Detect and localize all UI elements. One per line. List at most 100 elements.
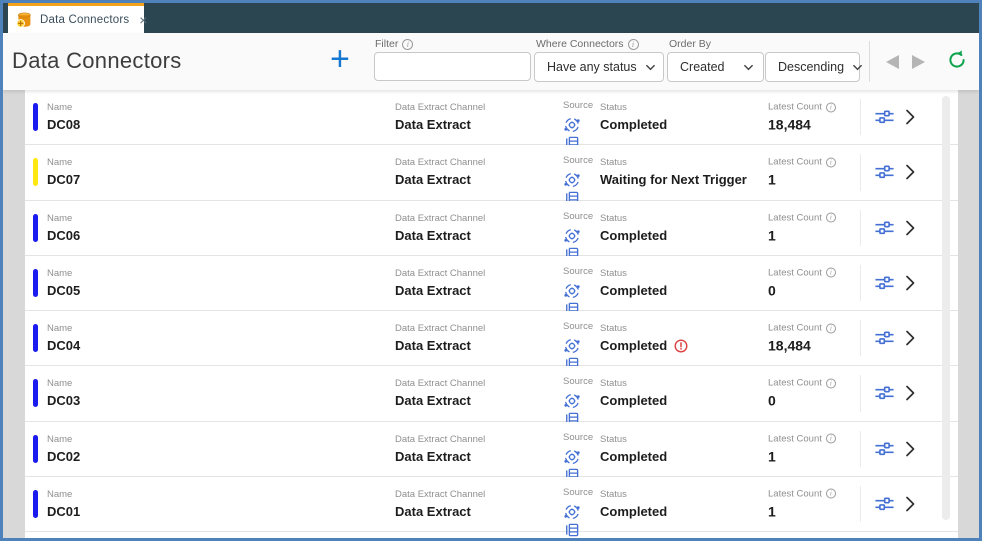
status-label: Status (600, 378, 627, 390)
chevron-down-icon (645, 64, 655, 70)
page-previous-button[interactable] (886, 55, 899, 69)
name-label: Name (47, 102, 73, 114)
chevron-down-icon (853, 64, 862, 70)
source-label: Source (563, 486, 594, 498)
latest-count-value: 1 (768, 171, 776, 188)
configure-sliders-icon[interactable] (874, 495, 895, 513)
channel-label: Data Extract Channel (395, 323, 486, 335)
channel-label: Data Extract Channel (395, 488, 486, 500)
row-divider (860, 264, 861, 301)
status-label: Status (600, 488, 627, 500)
latest-count-value: 0 (768, 282, 776, 299)
configure-sliders-icon[interactable] (874, 274, 895, 292)
chevron-right-icon[interactable] (903, 440, 918, 458)
chevron-right-icon[interactable] (903, 219, 918, 237)
channel-label: Data Extract Channel (395, 212, 486, 224)
info-icon: i (825, 102, 836, 113)
info-icon: i (825, 267, 836, 278)
row-color-bar (33, 324, 38, 353)
status-value: Waiting for Next Trigger (600, 172, 747, 188)
status-value: Completed (600, 282, 668, 298)
connection-gear-icon (564, 283, 580, 298)
configure-sliders-icon[interactable] (874, 329, 895, 347)
row-color-bar (33, 268, 38, 297)
connection-gear-icon (564, 449, 580, 464)
connector-row[interactable]: Name DC01 Data Extract Channel Data Extr… (25, 476, 958, 537)
connector-row[interactable]: Name DC02 Data Extract Channel Data Extr… (25, 421, 958, 481)
right-gutter (958, 90, 979, 538)
connector-name: DC05 (47, 282, 81, 298)
connector-list: Name DC08 Data Extract Channel Data Extr… (25, 90, 958, 538)
row-divider (860, 99, 861, 136)
row-color-bar (33, 379, 38, 408)
chevron-right-icon[interactable] (903, 329, 918, 347)
info-icon: i (825, 157, 836, 168)
status-filter-select[interactable]: Have any status (534, 52, 664, 82)
status-label: Status (600, 267, 627, 279)
connection-gear-icon (564, 504, 580, 519)
status-value: Completed (600, 448, 668, 464)
latest-count-value: 1 (768, 448, 776, 465)
add-connector-button[interactable]: + (330, 39, 350, 80)
tab-close-icon[interactable]: × (139, 13, 147, 27)
vertical-scrollbar[interactable] (942, 96, 950, 520)
channel-value: Data Extract (395, 227, 471, 243)
channel-value: Data Extract (395, 117, 471, 133)
row-color-bar (33, 103, 38, 132)
info-icon: i (825, 323, 836, 334)
connector-row[interactable]: Name DC06 Data Extract Channel Data Extr… (25, 200, 958, 260)
connection-gear-icon (564, 173, 580, 188)
connector-name: DC08 (47, 117, 81, 133)
warning-icon (674, 339, 688, 353)
row-color-bar (33, 434, 38, 463)
refresh-icon[interactable] (946, 49, 968, 71)
chevron-right-icon[interactable] (903, 163, 918, 181)
status-value: Completed (600, 503, 668, 519)
connector-row[interactable]: Name DC03 Data Extract Channel Data Extr… (25, 366, 958, 426)
connector-name: DC07 (47, 172, 81, 188)
configure-sliders-icon[interactable] (874, 440, 895, 458)
name-label: Name (47, 212, 73, 224)
connector-name: DC04 (47, 338, 81, 354)
order-by-direction-select[interactable]: Descending (765, 52, 862, 82)
configure-sliders-icon[interactable] (874, 384, 895, 402)
status-value: Completed (600, 338, 688, 353)
order-by-field-select[interactable]: Created (667, 52, 764, 82)
page-title: Data Connectors (12, 48, 182, 73)
source-label: Source (563, 100, 594, 112)
connection-gear-icon (564, 339, 580, 354)
channel-value: Data Extract (395, 338, 471, 354)
status-value: Completed (600, 393, 668, 409)
page-next-button[interactable] (912, 55, 925, 69)
status-value: Completed (600, 227, 668, 243)
configure-sliders-icon[interactable] (874, 163, 895, 181)
connector-row[interactable]: Name DC05 Data Extract Channel Data Extr… (25, 255, 958, 316)
connector-row[interactable]: Name DC08 Data Extract Channel Data Extr… (25, 90, 958, 150)
name-label: Name (47, 157, 73, 169)
info-icon: i (825, 212, 836, 223)
chevron-right-icon[interactable] (903, 384, 918, 402)
chevron-right-icon[interactable] (903, 495, 918, 513)
connector-row[interactable]: Name DC07 Data Extract Channel Data Extr… (25, 145, 958, 205)
filter-input[interactable] (374, 52, 531, 81)
tab-data-connectors[interactable]: Data Connectors × (8, 3, 147, 33)
name-label: Name (47, 267, 73, 279)
info-icon: i (627, 38, 639, 50)
channel-label: Data Extract Channel (395, 267, 486, 279)
connector-row[interactable]: Name DC04 Data Extract Channel Data Extr… (25, 311, 958, 371)
chevron-right-icon[interactable] (903, 108, 918, 126)
configure-sliders-icon[interactable] (874, 108, 895, 126)
database-table-icon (566, 523, 579, 537)
left-gutter (3, 90, 25, 538)
chevron-right-icon[interactable] (903, 274, 918, 292)
configure-sliders-icon[interactable] (874, 219, 895, 237)
status-label: Status (600, 212, 627, 224)
status-label: Status (600, 102, 627, 114)
page-header: Data Connectors + Filter i Where Connecto… (3, 33, 979, 90)
source-type-icon (563, 227, 581, 260)
name-label: Name (47, 378, 73, 390)
app-window: Data Connectors × Data Connectors + Filt… (0, 0, 982, 541)
latest-count-value: 18,484 (768, 116, 811, 133)
info-icon: i (825, 488, 836, 499)
name-label: Name (47, 323, 73, 335)
